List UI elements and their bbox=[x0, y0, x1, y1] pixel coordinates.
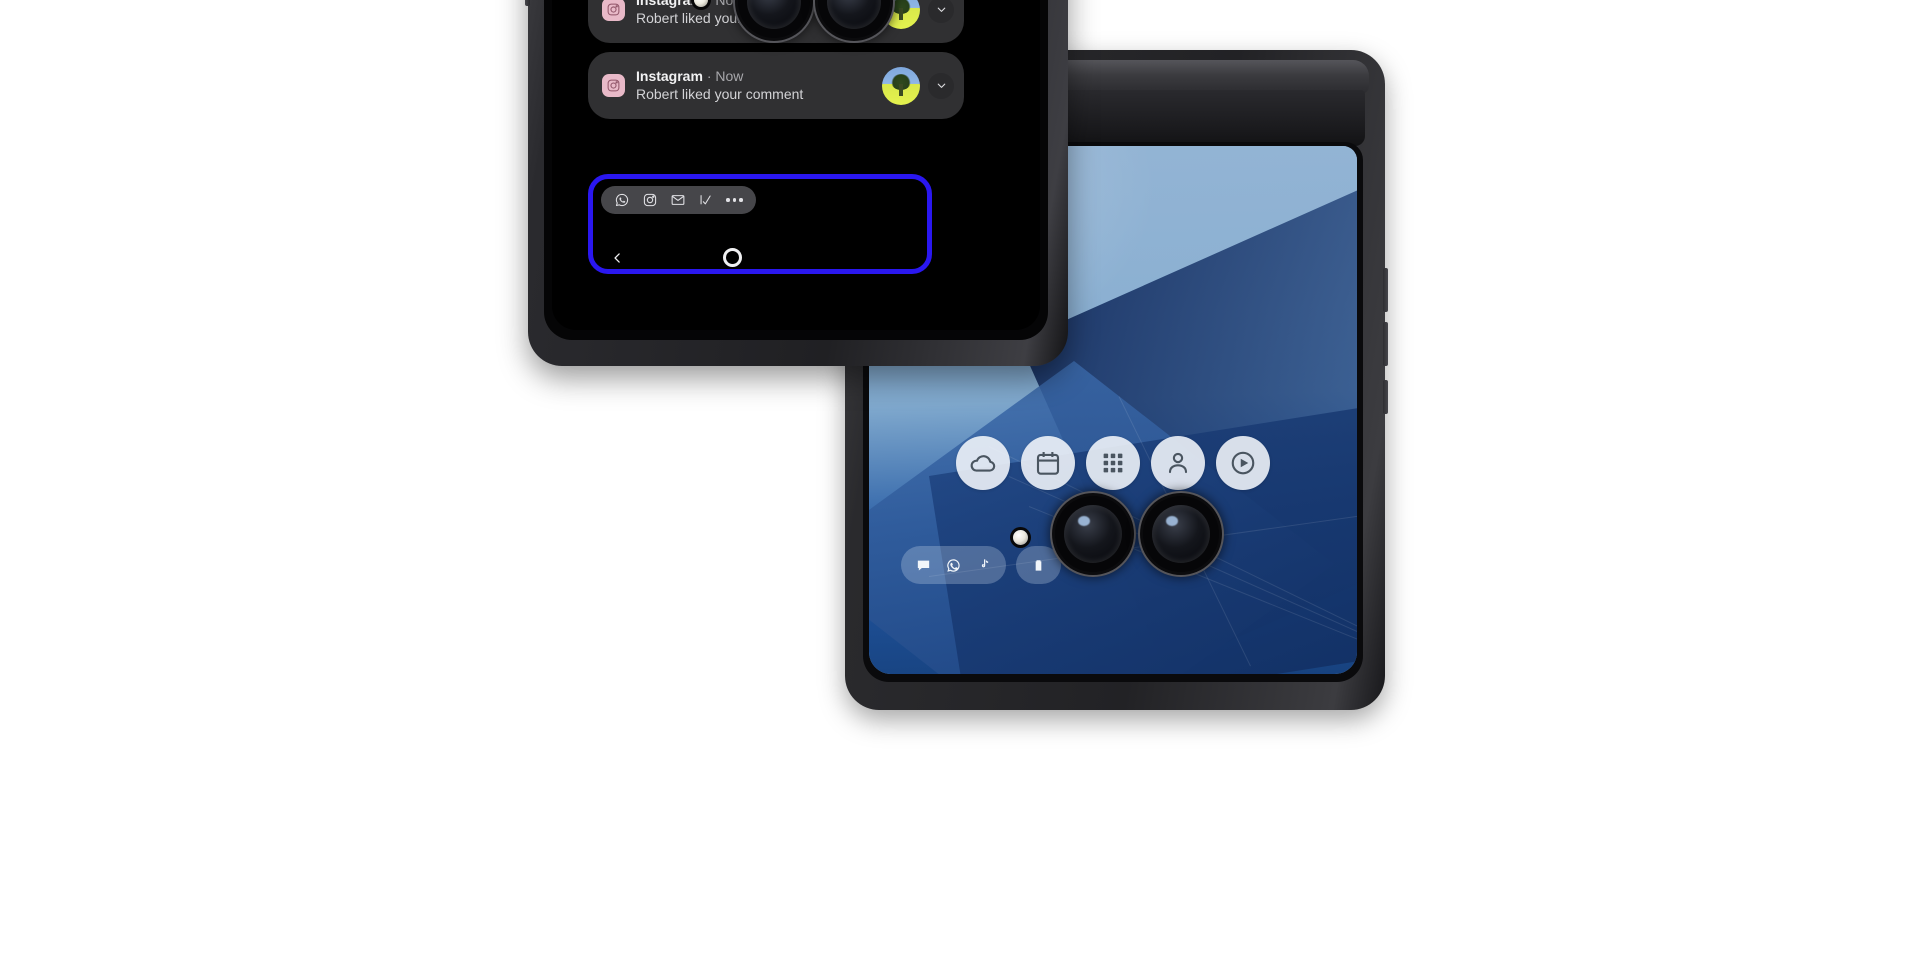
whatsapp-icon[interactable] bbox=[614, 192, 630, 208]
instagram-icon bbox=[602, 74, 625, 97]
whatsapp-icon[interactable] bbox=[945, 557, 962, 574]
flash-led bbox=[1013, 530, 1028, 545]
app-shortcut-pill bbox=[601, 186, 756, 214]
media-play-icon[interactable] bbox=[1216, 436, 1270, 490]
notification-card[interactable]: Instagram · Now Robert liked your commen… bbox=[588, 52, 964, 119]
tasks-icon[interactable] bbox=[698, 192, 714, 208]
notification-header: Instagram · Now bbox=[636, 67, 882, 85]
cover-screen-widget-row bbox=[869, 436, 1357, 490]
battery-icon[interactable] bbox=[1030, 557, 1047, 574]
volume-up-button[interactable] bbox=[1383, 268, 1388, 312]
side-button[interactable] bbox=[525, 0, 530, 6]
thumbnail-tree-trunk bbox=[899, 7, 903, 20]
thumbnail-tree-trunk bbox=[899, 83, 903, 96]
notification-app-name: Instagram bbox=[636, 0, 703, 8]
notification-text: Instagram · Now Robert liked your commen… bbox=[625, 67, 882, 104]
screenshot-stage: Instagram · Now Robert liked your commen… bbox=[0, 0, 1920, 977]
more-icon[interactable] bbox=[726, 198, 743, 202]
phone-front-bezel: Instagram · Now Robert liked your commen… bbox=[544, 0, 1048, 340]
tiktok-icon[interactable] bbox=[975, 557, 992, 574]
chevron-down-icon[interactable] bbox=[928, 0, 954, 23]
notification-app-name: Instagram bbox=[636, 68, 703, 84]
contacts-icon[interactable] bbox=[1151, 436, 1205, 490]
mail-icon[interactable] bbox=[670, 192, 686, 208]
instagram-icon[interactable] bbox=[642, 192, 658, 208]
chevron-down-icon[interactable] bbox=[928, 72, 954, 99]
calendar-icon[interactable] bbox=[1021, 436, 1075, 490]
home-icon[interactable] bbox=[723, 248, 742, 267]
dock-pill-primary bbox=[901, 546, 1006, 584]
navigation-bar bbox=[601, 246, 919, 270]
camera-lens-primary bbox=[1055, 496, 1131, 572]
photo-thumbnail bbox=[882, 66, 920, 105]
volume-down-button[interactable] bbox=[1383, 322, 1388, 366]
razr-flip-phone-front[interactable]: Instagram · Now Robert liked your commen… bbox=[525, 0, 1068, 366]
notification-time: Now bbox=[715, 68, 744, 84]
notification-message: Robert liked your comment bbox=[636, 86, 804, 102]
app-grid-icon[interactable] bbox=[1086, 436, 1140, 490]
notification-separator: · bbox=[706, 68, 712, 84]
front-phone-cover-screen[interactable]: Instagram · Now Robert liked your commen… bbox=[552, 0, 1040, 330]
messages-icon[interactable] bbox=[915, 557, 932, 574]
back-icon[interactable] bbox=[607, 246, 627, 270]
dock-pill-secondary bbox=[1016, 546, 1061, 584]
weather-icon[interactable] bbox=[956, 436, 1010, 490]
camera-lens-secondary bbox=[1143, 496, 1219, 572]
power-button[interactable] bbox=[1383, 380, 1388, 414]
instagram-icon bbox=[602, 0, 625, 21]
